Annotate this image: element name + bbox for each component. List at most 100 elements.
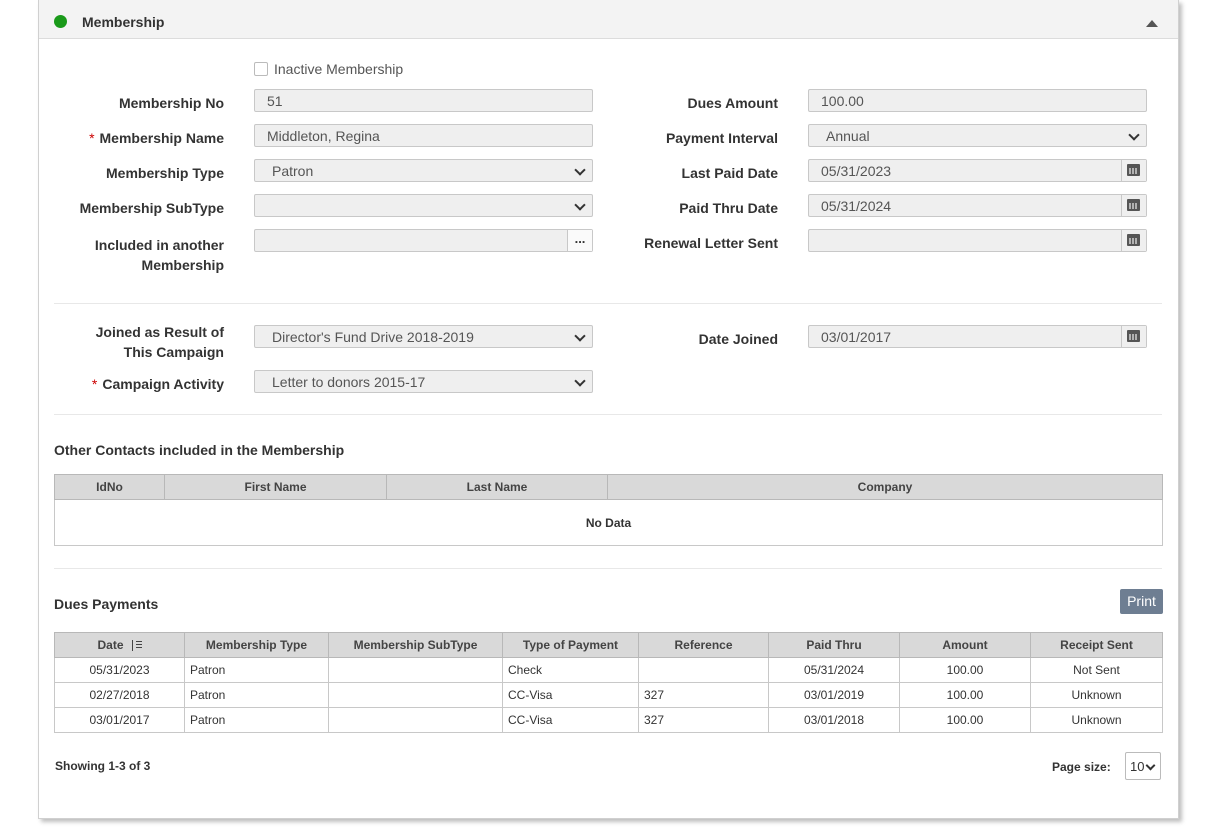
- page-size-select[interactable]: 10: [1125, 752, 1161, 780]
- renewal-letter-sent-field[interactable]: [808, 229, 1147, 252]
- cell-amount: 100.00: [899, 682, 1031, 708]
- receipt-link[interactable]: Not Sent: [1030, 657, 1163, 683]
- divider: [54, 414, 1162, 415]
- cell-reference: 327: [638, 682, 769, 708]
- col-company[interactable]: Company: [607, 474, 1163, 500]
- dues-table: Date Membership Type Membership SubType …: [54, 632, 1163, 733]
- cell-paid-thru: 03/01/2019: [768, 682, 900, 708]
- renewal-letter-sent-label: Renewal Letter Sent: [644, 235, 778, 251]
- print-button[interactable]: Print: [1120, 589, 1163, 614]
- panel-title: Membership: [82, 14, 165, 30]
- table-row: 05/31/2023 Patron Check 05/31/2024 100.0…: [54, 657, 1163, 683]
- date-joined-value: 03/01/2017: [821, 329, 892, 345]
- paid-thru-calendar-button[interactable]: [1121, 195, 1146, 216]
- inactive-membership-label: Inactive Membership: [274, 61, 404, 77]
- campaign-label: Joined as Result of This Campaign: [39, 322, 224, 362]
- calendar-icon: [1127, 199, 1140, 211]
- campaign-label-line2: This Campaign: [123, 344, 224, 360]
- cell-type: Patron: [184, 707, 329, 733]
- divider: [54, 568, 1162, 569]
- date-joined-field[interactable]: 03/01/2017: [808, 325, 1147, 348]
- status-dot-icon: [54, 15, 67, 28]
- last-paid-date-label: Last Paid Date: [681, 165, 778, 181]
- cell-amount: 100.00: [899, 657, 1031, 683]
- last-paid-date-field[interactable]: 05/31/2023: [808, 159, 1147, 182]
- cell-paid-thru: 03/01/2018: [768, 707, 900, 733]
- date-joined-calendar-button[interactable]: [1121, 326, 1146, 347]
- renewal-calendar-button[interactable]: [1121, 230, 1146, 251]
- inactive-membership-checkbox[interactable]: [254, 62, 268, 76]
- required-mark: *: [89, 130, 95, 146]
- dues-amount-field[interactable]: 100.00: [808, 89, 1147, 112]
- col-reference[interactable]: Reference: [638, 632, 769, 658]
- included-membership-field[interactable]: ...: [254, 229, 593, 252]
- collapse-chevron-icon[interactable]: [1146, 20, 1158, 27]
- paid-thru-date-value: 05/31/2024: [821, 198, 892, 214]
- dues-amount-label: Dues Amount: [687, 95, 778, 111]
- membership-no-label: Membership No: [118, 95, 224, 111]
- col-idno[interactable]: IdNo: [54, 474, 165, 500]
- paid-thru-date-label: Paid Thru Date: [679, 200, 778, 216]
- included-label-line2: Membership: [141, 257, 224, 273]
- date-link[interactable]: 05/31/2023: [54, 657, 185, 683]
- panel-header[interactable]: Membership: [39, 0, 1178, 39]
- cell-payment: CC-Visa: [502, 707, 639, 733]
- membership-name-label: * Membership Name: [39, 130, 224, 146]
- included-membership-label: Included in another Membership: [39, 235, 224, 275]
- table-row: 02/27/2018 Patron CC-Visa 327 03/01/2019…: [54, 682, 1163, 708]
- membership-subtype-select[interactable]: [254, 194, 593, 217]
- date-joined-label: Date Joined: [698, 331, 778, 347]
- last-paid-date-value: 05/31/2023: [821, 163, 892, 179]
- receipt-link[interactable]: Unknown: [1030, 682, 1163, 708]
- campaign-activity-select[interactable]: Letter to donors 2015-17: [254, 370, 593, 393]
- membership-name-label-text: Membership Name: [99, 130, 224, 146]
- required-mark: *: [91, 376, 98, 392]
- col-date-label: Date: [97, 638, 124, 652]
- last-paid-calendar-button[interactable]: [1121, 160, 1146, 181]
- col-first-name[interactable]: First Name: [164, 474, 387, 500]
- cell-subtype: [328, 707, 503, 733]
- date-link[interactable]: 02/27/2018: [54, 682, 185, 708]
- membership-name-field[interactable]: Middleton, Regina: [254, 124, 593, 147]
- campaign-select[interactable]: Director's Fund Drive 2018-2019: [254, 325, 593, 348]
- membership-panel: Membership Inactive Membership Membershi…: [38, 0, 1179, 819]
- receipt-link[interactable]: Unknown: [1030, 707, 1163, 733]
- cell-amount: 100.00: [899, 707, 1031, 733]
- contacts-table: IdNo First Name Last Name Company No Dat…: [54, 474, 1163, 546]
- dues-payments-title: Dues Payments: [54, 596, 159, 612]
- calendar-icon: [1127, 234, 1140, 246]
- col-last-name[interactable]: Last Name: [386, 474, 608, 500]
- cell-reference: [638, 657, 769, 683]
- col-membership-subtype[interactable]: Membership SubType: [328, 632, 503, 658]
- paid-thru-date-field[interactable]: 05/31/2024: [808, 194, 1147, 217]
- membership-no-field[interactable]: 51: [254, 89, 593, 112]
- cell-subtype: [328, 657, 503, 683]
- date-link[interactable]: 03/01/2017: [54, 707, 185, 733]
- cell-type: Patron: [184, 682, 329, 708]
- calendar-icon: [1127, 330, 1140, 342]
- cell-payment: CC-Visa: [502, 682, 639, 708]
- table-row: 03/01/2017 Patron CC-Visa 327 03/01/2018…: [54, 707, 1163, 733]
- cell-reference: 327: [638, 707, 769, 733]
- col-receipt-sent[interactable]: Receipt Sent: [1030, 632, 1163, 658]
- membership-type-select[interactable]: Patron: [254, 159, 593, 182]
- membership-subtype-label: Membership SubType: [79, 200, 224, 216]
- campaign-label-line1: Joined as Result of: [95, 324, 224, 340]
- col-type-of-payment[interactable]: Type of Payment: [502, 632, 639, 658]
- payment-interval-select[interactable]: Annual: [808, 124, 1147, 147]
- browse-ellipsis-button[interactable]: ...: [567, 230, 592, 251]
- cell-payment: Check: [502, 657, 639, 683]
- col-amount[interactable]: Amount: [899, 632, 1031, 658]
- col-date[interactable]: Date: [54, 632, 185, 658]
- col-paid-thru[interactable]: Paid Thru: [768, 632, 900, 658]
- included-label-line1: Included in another: [94, 237, 224, 253]
- sort-descending-icon[interactable]: [130, 639, 142, 652]
- col-membership-type[interactable]: Membership Type: [184, 632, 329, 658]
- payment-interval-label: Payment Interval: [665, 130, 778, 146]
- cell-paid-thru: 05/31/2024: [768, 657, 900, 683]
- other-contacts-title: Other Contacts included in the Membershi…: [54, 442, 345, 458]
- cell-subtype: [328, 682, 503, 708]
- page-size-label: Page size:: [1052, 760, 1111, 774]
- campaign-activity-label-text: Campaign Activity: [102, 376, 224, 392]
- no-data-message: No Data: [54, 499, 1163, 546]
